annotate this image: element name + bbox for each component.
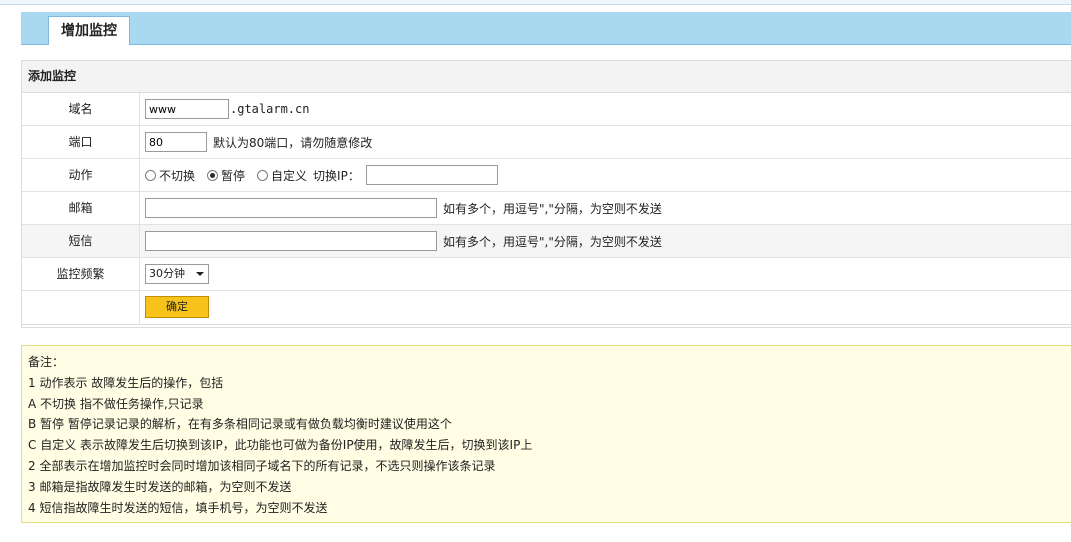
chevron-down-icon <box>196 272 204 276</box>
tab-bar: 增加监控 <box>21 12 1071 45</box>
domain-label: 域名 <box>22 93 140 125</box>
radio-no-switch-icon <box>145 169 156 181</box>
notes-line: 3 邮箱是指故障发生时发送的邮箱，为空则不发送 <box>28 479 292 494</box>
top-border <box>0 0 1071 5</box>
switch-ip-input[interactable] <box>365 165 498 185</box>
radio-pause[interactable]: 暂停 <box>207 167 245 184</box>
email-row: 邮箱 如有多个，用逗号","分隔，为空则不发送 <box>22 192 1071 225</box>
action-row: 动作 不切换 暂停 自定义 切换IP： <box>22 159 1071 192</box>
radio-no-switch-label: 不切换 <box>159 168 196 183</box>
notes-line: A 不切换 指不做任务操作,只记录 <box>28 396 204 411</box>
notes-title: 备注： <box>28 355 65 369</box>
sms-label: 短信 <box>22 225 140 257</box>
port-row: 端口 默认为80端口，请勿随意修改 <box>22 126 1071 159</box>
panel-title: 添加监控 <box>22 61 1071 93</box>
domain-row: 域名 .gtalarm.cn <box>22 93 1071 126</box>
notes-line: B 暂停 暂停记录记录的解析，在有多条相同记录或有做负载均衡时建议使用这个 <box>28 417 452 432</box>
frequency-select[interactable]: 30分钟 <box>145 264 209 284</box>
add-monitor-form: 添加监控 域名 .gtalarm.cn 端口 默认为80端口，请勿随意修改 动作… <box>21 60 1071 328</box>
sms-hint: 如有多个，用逗号","分隔，为空则不发送 <box>443 234 662 249</box>
frequency-label: 监控频繁 <box>22 258 140 290</box>
frequency-row: 监控频繁 30分钟 <box>22 258 1071 291</box>
radio-pause-icon <box>207 169 219 181</box>
radio-pause-label: 暂停 <box>221 168 246 183</box>
domain-input[interactable] <box>145 99 229 119</box>
port-input[interactable] <box>145 132 207 152</box>
notes-line: 1 动作表示 故障发生后的操作，包括 <box>28 375 224 390</box>
domain-suffix: .gtalarm.cn <box>230 102 310 116</box>
tab-add-monitor[interactable]: 增加监控 <box>48 16 130 45</box>
notes-line: 2 全部表示在增加监控时会同时增加该相同子域名下的所有记录，不选只则操作该条记录 <box>28 458 496 473</box>
radio-no-switch[interactable]: 不切换 <box>145 167 195 184</box>
switch-ip-label: 切换IP： <box>313 168 360 183</box>
notes-line: C 自定义 表示故障发生后切换到该IP，此功能也可做为备份IP使用，故障发生后，… <box>28 438 533 453</box>
submit-button[interactable]: 确定 <box>145 296 209 318</box>
action-label: 动作 <box>22 159 140 191</box>
submit-row-spacer <box>22 291 140 324</box>
sms-input[interactable] <box>145 231 437 251</box>
port-label: 端口 <box>22 126 140 158</box>
port-hint: 默认为80端口，请勿随意修改 <box>213 135 373 150</box>
email-label: 邮箱 <box>22 192 140 224</box>
radio-custom-label: 自定义 <box>271 168 308 183</box>
radio-custom-icon <box>257 169 269 181</box>
notes-box: 备注： 1 动作表示 故障发生后的操作，包括 A 不切换 指不做任务操作,只记录… <box>21 345 1071 523</box>
frequency-value: 30分钟 <box>149 267 185 280</box>
submit-row: 确定 <box>22 291 1071 325</box>
sms-row: 短信 如有多个，用逗号","分隔，为空则不发送 <box>22 225 1071 258</box>
radio-custom[interactable]: 自定义 <box>257 167 307 184</box>
email-hint: 如有多个，用逗号","分隔，为空则不发送 <box>443 201 662 216</box>
email-input[interactable] <box>145 198 437 218</box>
notes-line: 4 短信指故障生时发送的短信，填手机号，为空则不发送 <box>28 500 328 515</box>
